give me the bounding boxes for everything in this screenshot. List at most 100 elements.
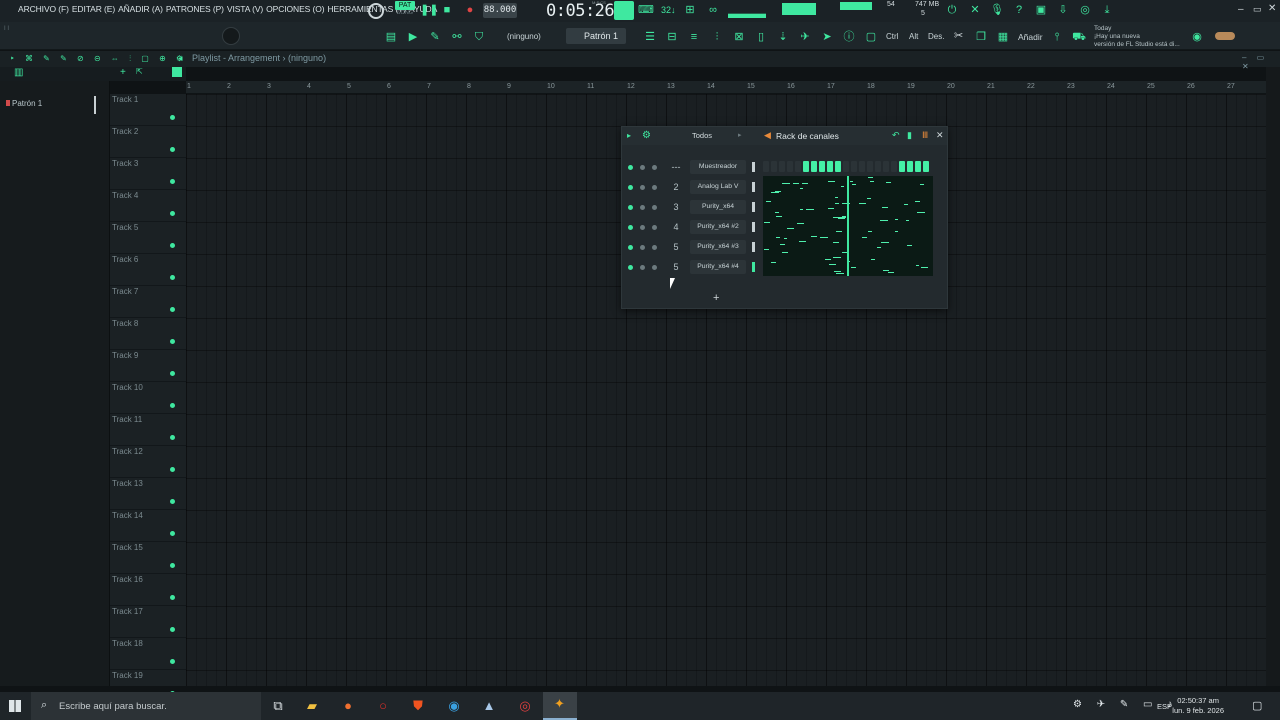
channel-volume-knob[interactable] [652, 225, 657, 230]
blend-icon[interactable]: ⊞ [683, 3, 697, 17]
channel-name-button[interactable]: Muestreador [690, 160, 746, 174]
channel-name-button[interactable]: Purity_x64 [690, 200, 746, 214]
track-mute-button[interactable] [170, 627, 175, 632]
track-mute-button[interactable] [170, 563, 175, 568]
app-icon[interactable]: ▲ [479, 696, 499, 716]
channel-row[interactable]: --- Muestreador [622, 157, 947, 177]
rack-undo-icon[interactable]: ↶ [892, 130, 900, 141]
track-header[interactable]: Track 8 [110, 318, 186, 350]
track-header[interactable]: Track 5 [110, 222, 186, 254]
brush-icon[interactable]: ✎ [428, 30, 442, 44]
channel-mute-button[interactable] [628, 165, 633, 170]
track-header[interactable]: Track 12 [110, 446, 186, 478]
taskbar-search[interactable]: ⌕ Escribe aquí para buscar. [31, 692, 261, 720]
pin-icon[interactable]: ⫯ [1050, 30, 1064, 44]
rack-bars-icon[interactable]: Ⅲ [922, 130, 928, 141]
channel-volume-knob[interactable] [652, 185, 657, 190]
track-header[interactable]: Track 16 [110, 574, 186, 606]
picker-item-patron-1[interactable]: Patrón 1 [6, 99, 42, 108]
save-icon[interactable]: ▣ [1034, 3, 1048, 17]
windows-start-icon[interactable] [9, 700, 21, 712]
track-header[interactable]: Track 6 [110, 254, 186, 286]
channel-pan-knob[interactable] [640, 265, 645, 270]
menu-item[interactable]: OPCIONES (O) [266, 4, 324, 14]
taskbar-clock[interactable]: 02:50:37 am lun. 9 feb. 2026 [1172, 696, 1224, 716]
stop-icon[interactable]: ■ [440, 3, 454, 17]
phone-icon[interactable]: ▢ [864, 30, 878, 44]
menu-item[interactable]: PATRONES (P) [166, 4, 224, 14]
add-channel-button[interactable]: + [713, 292, 719, 304]
channel-mute-button[interactable] [628, 265, 633, 270]
track-mute-button[interactable] [170, 275, 175, 280]
channel-name-button[interactable]: Purity_x64 #4 [690, 260, 746, 274]
playlist-play-icon[interactable]: ◂ [178, 53, 183, 64]
export-icon[interactable]: ⇩ [1056, 3, 1070, 17]
link-icon[interactable]: ⚯ [450, 30, 464, 44]
menu-item[interactable]: ARCHIVO (F) [18, 4, 69, 14]
help-icon[interactable]: ? [1012, 3, 1026, 17]
alt-label[interactable]: Alt [909, 32, 918, 41]
rack-settings-icon[interactable]: ⚙ [642, 130, 651, 141]
menu-item[interactable]: VISTA (V) [227, 4, 263, 14]
paste-icon[interactable]: ▦ [996, 30, 1010, 44]
pause-icon[interactable]: ❚❚ [420, 3, 438, 17]
track-mute-button[interactable] [170, 403, 175, 408]
channel-pan-knob[interactable] [640, 165, 645, 170]
channel-pan-knob[interactable] [640, 225, 645, 230]
track-header[interactable]: Track 18 [110, 638, 186, 670]
send-icon[interactable]: ➤ [820, 30, 834, 44]
channel-select-indicator[interactable] [752, 262, 755, 272]
maximize-button[interactable]: ▭ [1253, 4, 1262, 15]
track-mute-button[interactable] [170, 147, 175, 152]
channel-mute-button[interactable] [628, 245, 633, 250]
news-icon[interactable]: ◉ [1190, 30, 1204, 44]
task-view-icon[interactable]: ⧉ [268, 696, 288, 716]
mixer-icon[interactable]: ☰ [643, 30, 657, 44]
track-mute-button[interactable] [170, 243, 175, 248]
track-mute-button[interactable] [170, 595, 175, 600]
track-header[interactable]: Track 11 [110, 414, 186, 446]
channel-name-button[interactable]: Purity_x64 #3 [690, 240, 746, 254]
channel-select-indicator[interactable] [752, 202, 755, 212]
track-mute-button[interactable] [170, 179, 175, 184]
track-header[interactable]: Track 15 [110, 542, 186, 574]
wait-icon[interactable]: ⌨ [638, 3, 654, 17]
vertical-scrollbar[interactable] [1266, 67, 1280, 686]
tuning-fork-icon[interactable]: ✕ [968, 3, 982, 17]
fl-studio-taskbar-icon[interactable]: ✦ [543, 692, 577, 720]
channel-select-indicator[interactable] [752, 242, 755, 252]
tempo-display[interactable]: 88.000 [483, 3, 517, 18]
menu-item[interactable]: AÑADIR (A) [118, 4, 163, 14]
metronome-icon[interactable] [614, 1, 634, 20]
channel-name-button[interactable]: Purity_x64 #2 [690, 220, 746, 234]
channel-mute-button[interactable] [628, 225, 633, 230]
close-button[interactable]: ✕ [1268, 3, 1276, 14]
master-volume-knob[interactable] [222, 27, 240, 45]
cut-icon[interactable]: ✂ [954, 29, 963, 42]
des-label[interactable]: Des. [928, 32, 944, 41]
channel-mute-button[interactable] [628, 205, 633, 210]
rack-close-icon[interactable]: ✕ [936, 130, 944, 141]
channel-mute-button[interactable] [628, 185, 633, 190]
track-header[interactable]: Track 9 [110, 350, 186, 382]
rack-expand-icon[interactable]: ▸ [627, 131, 631, 140]
channel-mixer-track[interactable]: 5 [666, 240, 686, 254]
track-mute-button[interactable] [170, 531, 175, 536]
track-header[interactable]: Track 7 [110, 286, 186, 318]
track-mute-button[interactable] [170, 115, 175, 120]
track-header[interactable]: Track 2 [110, 126, 186, 158]
channel-pan-knob[interactable] [640, 245, 645, 250]
cursor-icon[interactable]: ✈ [798, 30, 812, 44]
channel-mixer-track[interactable]: 4 [666, 220, 686, 234]
track-header[interactable]: Track 4 [110, 190, 186, 222]
copy-icon[interactable]: ❐ [974, 30, 988, 44]
microphone-icon[interactable]: 🎙 [990, 3, 1004, 17]
online-icon[interactable]: ◎ [1078, 3, 1092, 17]
cpu-icon[interactable] [368, 3, 384, 19]
pattern-selector[interactable]: Patrón 1 [566, 28, 626, 44]
picker-playlist-icon[interactable] [172, 67, 182, 77]
track-header[interactable]: Track 14 [110, 510, 186, 542]
track-mute-button[interactable] [170, 307, 175, 312]
track-header[interactable]: Track 13 [110, 478, 186, 510]
channel-volume-knob[interactable] [652, 165, 657, 170]
